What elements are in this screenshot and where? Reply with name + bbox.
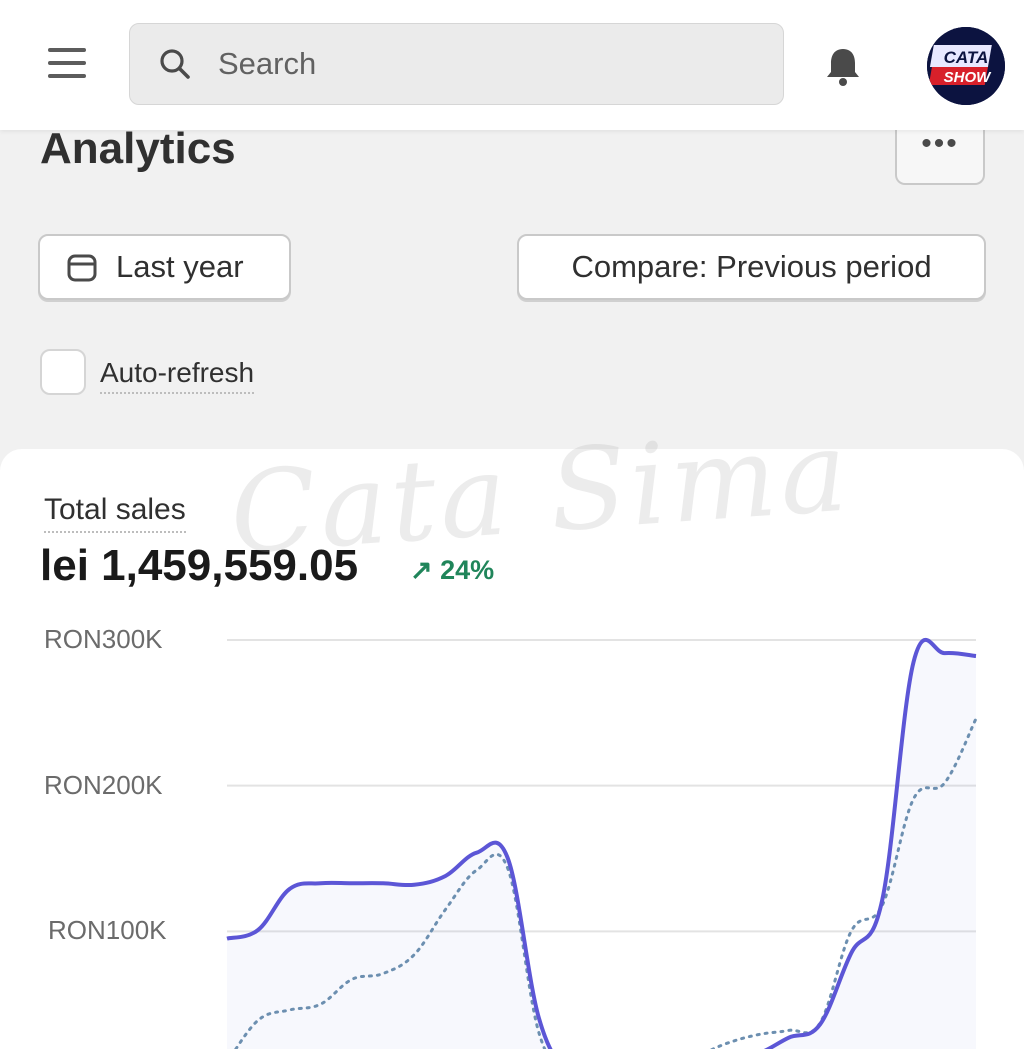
metric-label[interactable]: Total sales <box>44 493 186 533</box>
sales-card: Total sales lei 1,459,559.05 ↗ 24% RON30… <box>0 449 1024 1049</box>
compare-button[interactable]: Compare: Previous period <box>517 234 986 300</box>
compare-label: Compare: Previous period <box>571 249 932 284</box>
avatar-text-top: CATA <box>944 48 989 67</box>
search-placeholder: Search <box>218 46 317 81</box>
page-title: Analytics <box>40 124 236 173</box>
metric-delta-value: 24% <box>440 555 495 585</box>
menu-icon[interactable] <box>48 48 86 82</box>
bell-icon[interactable] <box>822 44 864 88</box>
y-tick-label: RON100K <box>48 915 167 945</box>
search-input[interactable]: Search <box>129 23 784 105</box>
metric-value: lei 1,459,559.05 <box>40 541 359 590</box>
metric-delta: ↗ 24% <box>410 555 494 586</box>
sales-chart <box>226 637 978 1049</box>
date-range-button[interactable]: Last year <box>38 234 291 300</box>
more-actions-button[interactable]: ••• <box>895 122 985 185</box>
auto-refresh-checkbox[interactable] <box>40 349 86 395</box>
auto-refresh-label[interactable]: Auto-refresh <box>100 357 255 394</box>
search-icon <box>158 47 192 81</box>
date-range-label: Last year <box>116 249 244 284</box>
more-icon: ••• <box>921 126 959 160</box>
top-bar: Search CATA SHOW <box>0 0 1024 130</box>
trend-up-icon: ↗ <box>410 555 433 585</box>
y-tick-label: RON300K <box>44 624 163 654</box>
avatar[interactable]: CATA SHOW <box>927 27 1005 105</box>
avatar-text-bottom: SHOW <box>944 69 993 86</box>
y-tick-label: RON200K <box>44 770 163 800</box>
calendar-icon <box>66 251 98 283</box>
